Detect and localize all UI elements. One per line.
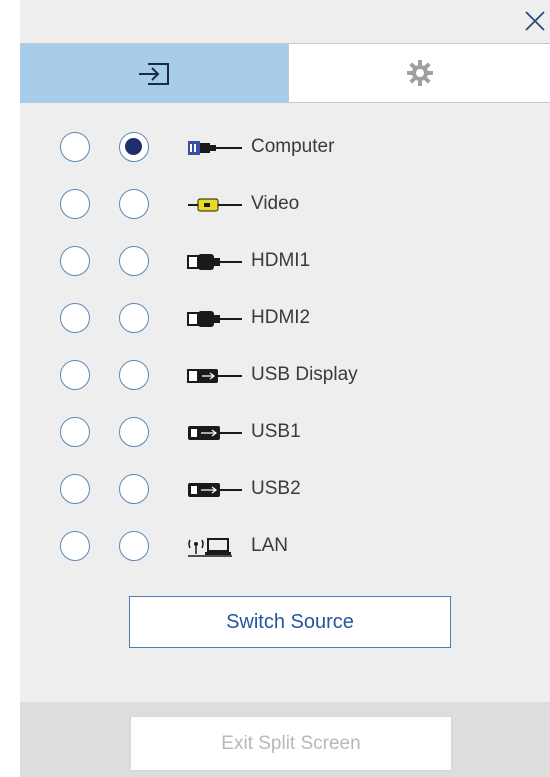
source-row-computer: Computer	[20, 120, 550, 177]
split-screen-panel: Computer Video HDMI1 HDMI2 USB Display U…	[20, 0, 550, 777]
hdmi-cable-icon	[187, 311, 242, 327]
radio-right-lan[interactable]	[119, 531, 149, 561]
title-bar	[20, 0, 550, 44]
tab-bar	[20, 44, 550, 103]
source-label: Video	[251, 193, 300, 214]
usb-a-cable-icon	[188, 426, 242, 440]
source-label: HDMI1	[251, 250, 311, 271]
source-row-video: Video	[20, 177, 550, 234]
radio-left-lan[interactable]	[60, 531, 90, 561]
source-label: USB Display	[251, 364, 358, 385]
composite-cable-icon	[188, 198, 242, 212]
source-label: USB1	[251, 421, 301, 442]
tab-settings[interactable]	[288, 44, 550, 103]
source-row-hdmi1: HDMI1	[20, 234, 550, 291]
radio-left-computer[interactable]	[60, 132, 90, 162]
radio-left-usb1[interactable]	[60, 417, 90, 447]
input-source-icon	[139, 62, 169, 85]
source-label: USB2	[251, 478, 301, 499]
radio-right-video[interactable]	[119, 189, 149, 219]
radio-right-usb1[interactable]	[119, 417, 149, 447]
radio-left-usb-display[interactable]	[60, 360, 90, 390]
radio-left-hdmi2[interactable]	[60, 303, 90, 333]
source-row-usb1: USB1	[20, 405, 550, 462]
source-row-usb-display: USB Display	[20, 348, 550, 405]
source-label: HDMI2	[251, 307, 311, 328]
exit-split-screen-button[interactable]: Exit Split Screen	[130, 716, 452, 771]
tab-source[interactable]	[20, 44, 288, 103]
source-row-usb2: USB2	[20, 462, 550, 519]
radio-left-usb2[interactable]	[60, 474, 90, 504]
usb-a-cable-icon	[188, 483, 242, 497]
radio-right-hdmi2[interactable]	[119, 303, 149, 333]
close-icon[interactable]	[522, 8, 548, 34]
radio-right-hdmi1[interactable]	[119, 246, 149, 276]
source-label: Computer	[251, 136, 335, 157]
radio-right-usb-display[interactable]	[119, 360, 149, 390]
source-label: LAN	[251, 535, 288, 556]
usb-cable-icon	[187, 369, 242, 383]
source-row-hdmi2: HDMI2	[20, 291, 550, 348]
gear-icon	[406, 60, 433, 86]
source-list: Computer Video HDMI1 HDMI2 USB Display U…	[20, 120, 550, 576]
radio-right-computer[interactable]	[119, 132, 149, 162]
radio-left-video[interactable]	[60, 189, 90, 219]
footer-bar: Exit Split Screen	[20, 702, 550, 777]
hdmi-cable-icon	[187, 254, 242, 270]
wireless-computer-icon	[188, 538, 232, 557]
source-row-lan: LAN	[20, 519, 550, 576]
switch-source-button[interactable]: Switch Source	[129, 596, 451, 648]
vga-cable-icon	[188, 141, 242, 155]
radio-right-usb2[interactable]	[119, 474, 149, 504]
radio-left-hdmi1[interactable]	[60, 246, 90, 276]
